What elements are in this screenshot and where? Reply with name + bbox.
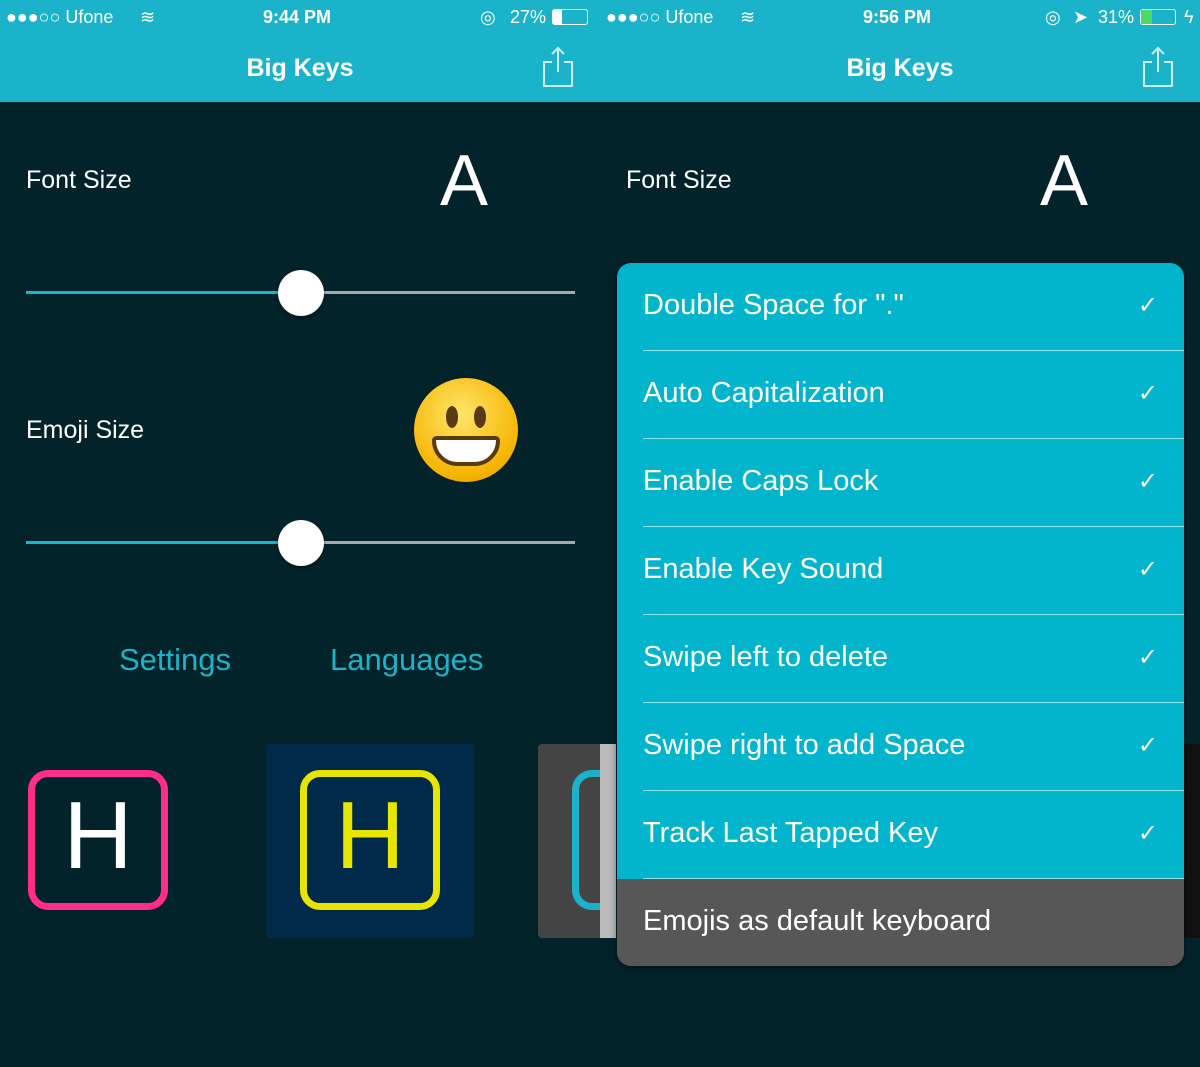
menu-item[interactable]: Enable Key Sound ✓ [617, 527, 1184, 615]
checkmark-icon: ✓ [1137, 380, 1158, 407]
time: 9:44 PM [263, 7, 332, 27]
rotation-lock-icon: ◎ [480, 7, 496, 27]
font-size-slider[interactable] [26, 270, 575, 316]
menu-item-label: Double Space for "." [643, 289, 904, 321]
time: 9:56 PM [863, 7, 932, 27]
emoji-size-label: Emoji Size [26, 416, 145, 444]
font-size-label: Font Size [626, 166, 732, 194]
menu-item-label: Emojis as default keyboard [643, 905, 992, 937]
charging-icon: ϟ [1184, 7, 1194, 27]
menu-item[interactable]: Swipe left to delete ✓ [617, 615, 1184, 703]
status-bar: ●●●○○ Ufone ≋ 9:44 PM ◎ 27% [0, 0, 600, 34]
status-bar: ●●●○○ Ufone ≋ 9:56 PM ◎ ➤ 31% ϟ [600, 0, 1200, 34]
location-icon: ➤ [1073, 7, 1089, 27]
nav-bar: Big Keys [0, 34, 600, 102]
carrier: ●●●○○ Ufone [6, 7, 114, 27]
font-size-preview: A [1040, 141, 1089, 221]
menu-item-label: Swipe right to add Space [643, 729, 966, 761]
checkmark-icon: ✓ [1137, 292, 1158, 319]
checkmark-icon: ✓ [1137, 820, 1158, 847]
checkmark-icon: ✓ [1137, 644, 1158, 671]
app-title: Big Keys [246, 54, 354, 82]
menu-item[interactable]: Double Space for "." ✓ [617, 263, 1184, 351]
menu-item-label: Enable Key Sound [643, 553, 884, 585]
menu-item[interactable]: Emojis as default keyboard [617, 879, 1184, 966]
menu-item[interactable]: Swipe right to add Space ✓ [617, 703, 1184, 791]
menu-item[interactable]: Track Last Tapped Key ✓ [617, 791, 1184, 879]
key-preview-partial [572, 770, 600, 910]
menu-item[interactable]: Auto Capitalization ✓ [617, 351, 1184, 439]
wifi-icon: ≋ [740, 7, 756, 27]
right-screen: ●●●○○ Ufone ≋ 9:56 PM ◎ ➤ 31% ϟ Big Keys… [600, 0, 1200, 1067]
wifi-icon: ≋ [140, 7, 156, 27]
theme-card-behind [600, 744, 616, 938]
checkmark-icon: ✓ [1137, 556, 1158, 583]
menu-item-label: Swipe left to delete [643, 641, 889, 673]
languages-link[interactable]: Languages [330, 642, 483, 678]
app-title: Big Keys [846, 54, 954, 82]
rotation-lock-icon: ◎ [1045, 7, 1061, 27]
share-icon[interactable] [1142, 46, 1174, 88]
font-size-preview: A [440, 141, 489, 221]
battery-percent: 27% [510, 7, 547, 27]
checkmark-icon: ✓ [1137, 732, 1158, 759]
emoji-size-slider[interactable] [26, 520, 575, 566]
left-screen: ●●●○○ Ufone ≋ 9:44 PM ◎ 27% Big Keys Fon… [0, 0, 600, 1067]
battery-percent: 31% [1098, 7, 1135, 27]
font-size-label: Font Size [26, 166, 132, 194]
carrier: ●●●○○ Ufone [606, 7, 714, 27]
theme-option-pink[interactable]: H [0, 744, 200, 938]
battery-icon [1140, 9, 1176, 25]
battery-icon [552, 9, 588, 25]
key-preview: H [300, 770, 440, 910]
theme-option-teal[interactable] [538, 744, 600, 938]
nav-bar: Big Keys [600, 34, 1200, 102]
menu-item-label: Track Last Tapped Key [643, 817, 938, 849]
menu-item-label: Auto Capitalization [643, 377, 885, 409]
share-icon[interactable] [542, 46, 574, 88]
menu-item[interactable]: Enable Caps Lock ✓ [617, 439, 1184, 527]
settings-menu: Double Space for "." ✓ Auto Capitalization… [617, 263, 1184, 966]
settings-link[interactable]: Settings [119, 642, 231, 678]
checkmark-icon: ✓ [1137, 468, 1158, 495]
theme-card-behind [1184, 744, 1200, 938]
theme-option-yellow[interactable]: H [266, 744, 474, 938]
key-preview: H [28, 770, 168, 910]
menu-item-label: Enable Caps Lock [643, 465, 879, 497]
grinning-face-emoji-icon [414, 378, 518, 482]
